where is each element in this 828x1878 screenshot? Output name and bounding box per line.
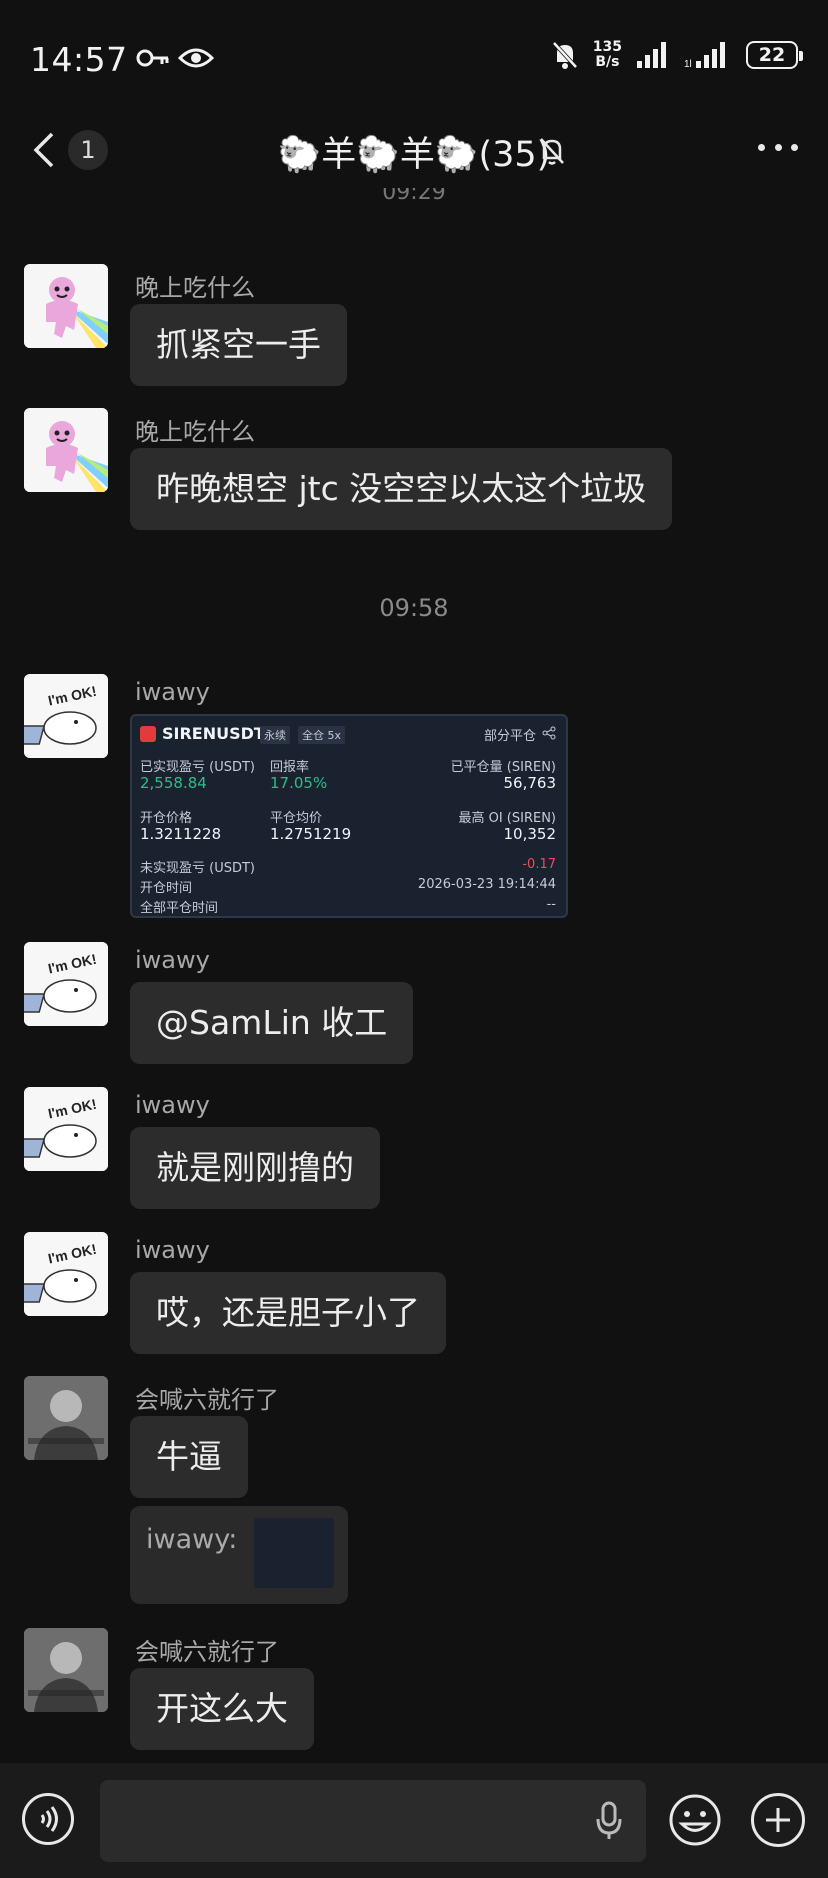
close-time: --	[546, 897, 556, 912]
input-bar	[0, 1763, 828, 1878]
message-input[interactable]	[100, 1780, 646, 1862]
sender-name: iwawy	[135, 1091, 210, 1119]
mute-bell-icon	[540, 138, 564, 165]
message-bubble[interactable]: 开这么大	[130, 1668, 314, 1750]
sender-name: 会喊六就行了	[135, 1386, 279, 1414]
message-bubble[interactable]: 哎，还是胆子小了	[130, 1272, 446, 1354]
tag-margin: 全仓 5x	[298, 726, 346, 744]
avatar[interactable]	[24, 264, 108, 348]
more-options-button[interactable]	[758, 144, 798, 156]
sender-name: 会喊六就行了	[135, 1638, 279, 1666]
plus-icon	[766, 1808, 790, 1832]
avatar[interactable]: I'm OK!	[24, 674, 108, 758]
avatar[interactable]	[24, 1376, 108, 1460]
roi: 17.05%	[270, 774, 328, 792]
person-photo-avatar-icon	[24, 1376, 108, 1460]
person-photo-avatar-icon	[24, 1628, 108, 1712]
status-left-icons	[136, 46, 214, 70]
chat-title: 🐑羊🐑羊🐑(35)	[277, 135, 551, 175]
net-speed: 135 B/s	[593, 40, 622, 70]
gingerbread-avatar-icon	[24, 408, 108, 492]
avg-close-label: 平仓均价	[270, 811, 323, 826]
entry-price-label: 开仓价格	[140, 811, 193, 826]
message-bubble[interactable]: @SamLin 收工	[130, 982, 414, 1064]
realized-pnl-label: 已实现盈亏 (USDT)	[140, 760, 255, 775]
sender-name: iwawy	[135, 1236, 210, 1264]
avatar[interactable]: I'm OK!	[24, 1232, 108, 1316]
notifications-off-icon	[552, 41, 578, 69]
voice-wave-icon	[40, 1806, 58, 1832]
share-icon	[542, 726, 556, 740]
avatar[interactable]: I'm OK!	[24, 942, 108, 1026]
signal-icon	[637, 42, 666, 68]
time-divider: 09:58	[379, 594, 449, 622]
voice-mode-button[interactable]	[22, 1793, 74, 1845]
max-oi-label: 最高 OI (SIREN)	[458, 811, 556, 826]
net-speed-value: 135	[592, 39, 622, 55]
svg-text:1l: 1l	[684, 59, 692, 69]
close-time-label: 全部平仓时间	[140, 901, 219, 916]
avatar[interactable]	[24, 1628, 108, 1712]
avatar[interactable]: I'm OK!	[24, 1087, 108, 1171]
max-oi: 10,352	[503, 825, 557, 843]
unrealized-pnl: -0.17	[522, 857, 556, 872]
gingerbread-avatar-icon	[24, 264, 108, 348]
action-label: 部分平仓	[483, 729, 536, 744]
add-attachment-button[interactable]	[751, 1793, 805, 1847]
status-right: 135 B/s 1l 22	[551, 40, 803, 70]
im-ok-cat-avatar-icon: I'm OK!	[24, 674, 108, 758]
time-divider-cut: 09:29	[382, 188, 446, 205]
siren-logo-icon	[140, 726, 156, 742]
status-time: 14:57	[30, 40, 128, 79]
closed-qty-label: 已平仓量 (SIREN)	[450, 760, 556, 775]
im-ok-cat-avatar-icon: I'm OK!	[24, 942, 108, 1026]
symbol: SIRENUSDT	[162, 724, 265, 743]
trade-screenshot-card[interactable]: SIRENUSDT 永续 全仓 5x 部分平仓 已实现盈亏 (USDT) 2,5…	[130, 714, 568, 918]
im-ok-cat-avatar-icon: I'm OK!	[24, 1087, 108, 1171]
tag-perp: 永续	[260, 726, 290, 744]
message-bubble[interactable]: 昨晚想空 jtc 没空空以太这个垃圾	[130, 448, 673, 530]
open-time: 2026-03-23 19:14:44	[417, 877, 556, 892]
sender-name: 晚上吃什么	[135, 274, 255, 302]
message-bubble[interactable]: 牛逼	[130, 1416, 248, 1498]
message-bubble[interactable]: 抓紧空一手	[130, 304, 347, 386]
avg-close: 1.2751219	[270, 825, 352, 843]
status-bar: 14:57 135 B/s 1l 22	[0, 0, 828, 120]
message-bubble[interactable]: 就是刚刚撸的	[130, 1127, 380, 1209]
chat-header: 1 🐑羊🐑羊🐑(35)	[0, 110, 828, 190]
quoted-message[interactable]: iwawy:	[130, 1506, 348, 1604]
avatar[interactable]	[24, 408, 108, 492]
sender-name: iwawy	[135, 678, 210, 706]
battery-indicator: 22	[746, 41, 803, 69]
unrealized-pnl-label: 未实现盈亏 (USDT)	[140, 861, 255, 876]
quoted-image-thumbnail	[254, 1518, 334, 1588]
signal-icon-2: 1l	[684, 42, 725, 69]
key-icon	[136, 49, 169, 67]
open-time-label: 开仓时间	[140, 881, 193, 896]
emoji-icon[interactable]	[668, 1793, 722, 1847]
realized-pnl: 2,558.84	[140, 774, 207, 792]
eye-icon	[178, 48, 214, 68]
sender-name: 晚上吃什么	[135, 418, 255, 446]
im-ok-cat-avatar-icon: I'm OK!	[24, 1232, 108, 1316]
roi-label: 回报率	[270, 760, 310, 775]
quoted-sender: iwawy:	[146, 1524, 238, 1555]
entry-price: 1.3211228	[140, 825, 222, 843]
microphone-icon[interactable]	[594, 1801, 624, 1841]
net-speed-unit: B/s	[595, 54, 620, 70]
sender-name: iwawy	[135, 946, 210, 974]
closed-qty: 56,763	[503, 774, 557, 792]
